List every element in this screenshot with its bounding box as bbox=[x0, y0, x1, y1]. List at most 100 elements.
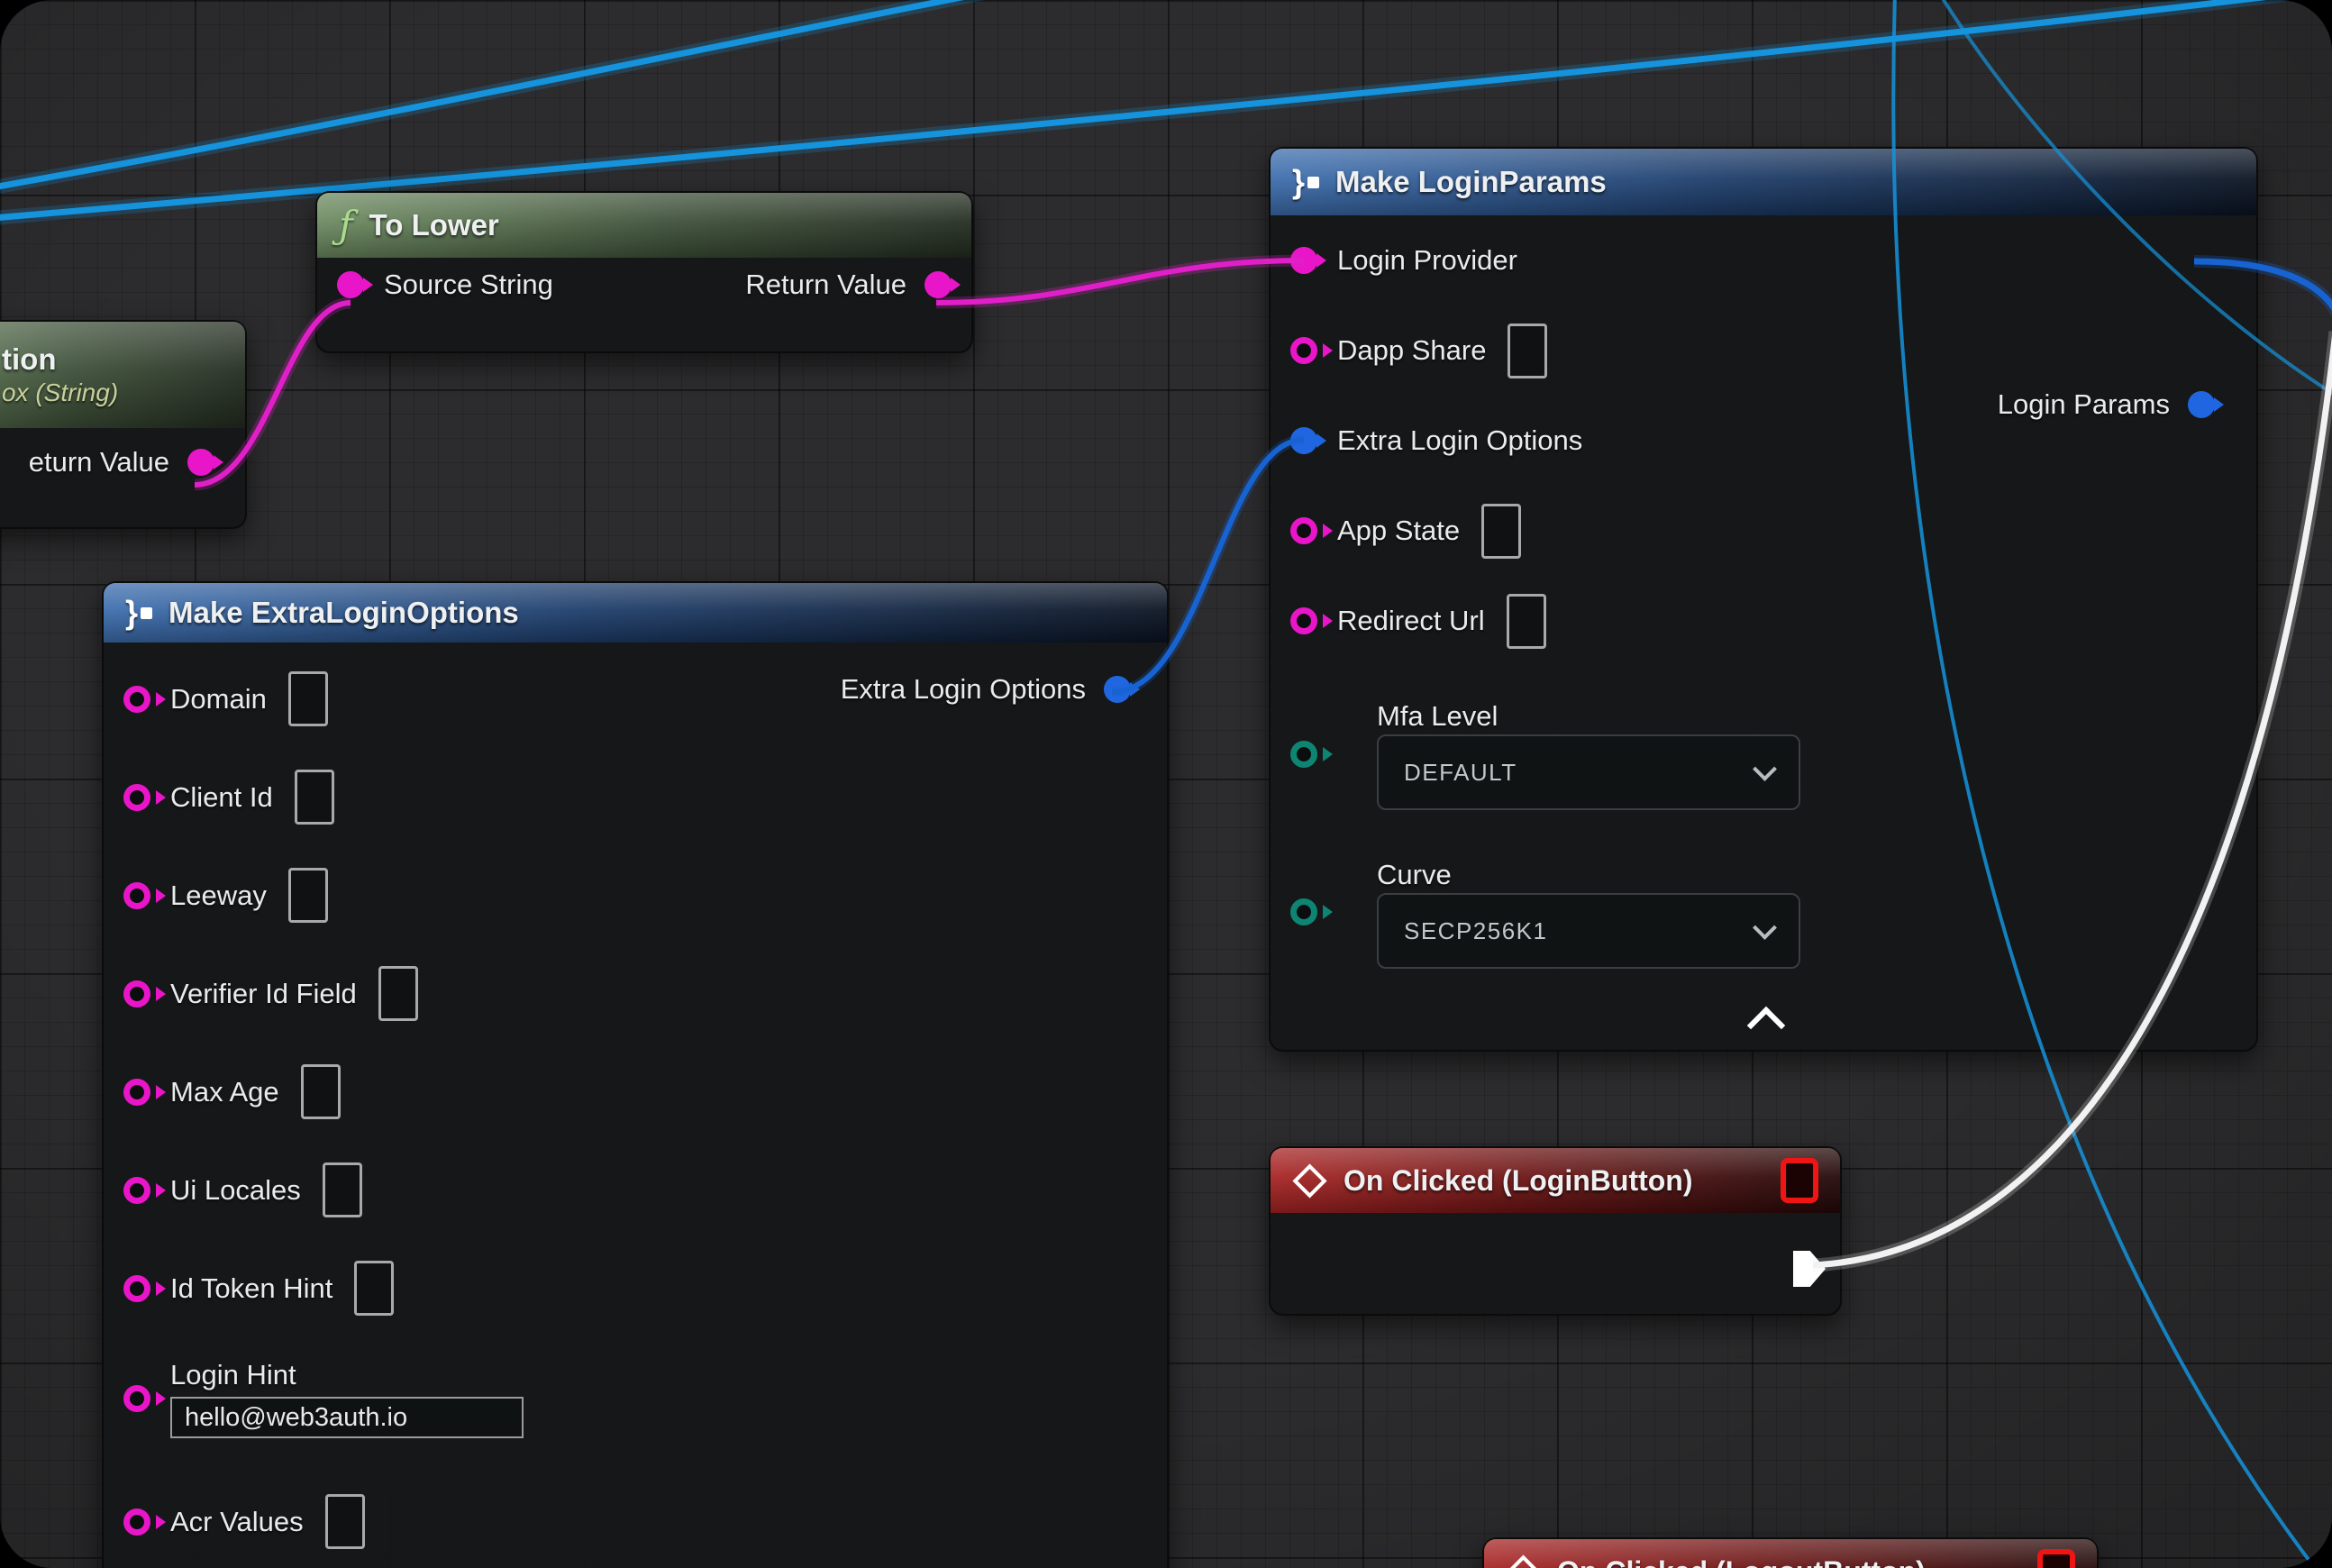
acr-values-pin[interactable] bbox=[123, 1509, 150, 1536]
curve-dropdown[interactable]: SECP256K1 bbox=[1377, 893, 1800, 969]
login-params-output-row: Login Params bbox=[1998, 388, 2215, 421]
to-lower-body: Source String Return Value bbox=[317, 269, 971, 301]
pin-row-max-age: Max Age bbox=[104, 1043, 1167, 1141]
login-hint-input[interactable] bbox=[170, 1397, 524, 1438]
node-to-lower[interactable]: ƒ To Lower Source String Return Value bbox=[315, 191, 973, 353]
node-partial-header[interactable]: tion ox (String) bbox=[0, 322, 245, 428]
login-hint-group: Login Hint bbox=[170, 1359, 524, 1438]
extra-login-options-input-pin[interactable] bbox=[1290, 427, 1317, 454]
extra-input-rows: Domain Client Id Leeway Verifier Id Fiel… bbox=[104, 650, 1167, 1568]
client-id-pin[interactable] bbox=[123, 784, 150, 811]
node-partial-title: tion bbox=[2, 342, 56, 377]
wire-blue-top-left[interactable] bbox=[0, 0, 984, 187]
on-clicked-logout-header[interactable]: On Clicked (LogoutButton) bbox=[1484, 1539, 2097, 1568]
struct-brace: } bbox=[125, 597, 138, 629]
pin-row-login-hint: Login Hint bbox=[104, 1337, 1167, 1460]
make-extraloginoptions-header[interactable]: } Make ExtraLoginOptions bbox=[104, 583, 1167, 643]
client-id-label: Client Id bbox=[170, 781, 273, 814]
node-partial-subtitle: ox (String) bbox=[2, 378, 118, 407]
max-age-checkbox[interactable] bbox=[301, 1064, 341, 1119]
source-string-row: Source String bbox=[337, 269, 553, 301]
acr-values-label: Acr Values bbox=[170, 1506, 304, 1538]
make-loginparams-title: Make LoginParams bbox=[1335, 165, 1607, 199]
pin-row-login-provider: Login Provider bbox=[1271, 215, 2256, 305]
leeway-pin[interactable] bbox=[123, 882, 150, 909]
ui-locales-checkbox[interactable] bbox=[323, 1162, 362, 1217]
struct-brace: } bbox=[1292, 166, 1305, 198]
wire-return-to-login-provider[interactable] bbox=[936, 260, 1304, 303]
partial-output-row: eturn Value bbox=[29, 446, 214, 479]
id-token-hint-label: Id Token Hint bbox=[170, 1272, 332, 1305]
extra-login-options-input-label: Extra Login Options bbox=[1337, 424, 1582, 457]
to-lower-header[interactable]: ƒ To Lower bbox=[317, 193, 971, 258]
partial-output-label: eturn Value bbox=[29, 446, 169, 479]
return-value-pin[interactable] bbox=[925, 271, 952, 298]
app-state-pin[interactable] bbox=[1290, 517, 1317, 544]
extra-login-options-output-label: Extra Login Options bbox=[841, 673, 1086, 706]
login-params-output-label: Login Params bbox=[1998, 388, 2170, 421]
curve-label: Curve bbox=[1377, 859, 1452, 891]
source-string-label: Source String bbox=[384, 269, 553, 301]
domain-label: Domain bbox=[170, 683, 267, 716]
login-params-output-pin[interactable] bbox=[2188, 391, 2215, 418]
login-provider-pin[interactable] bbox=[1290, 247, 1317, 274]
acr-values-checkbox[interactable] bbox=[325, 1494, 365, 1549]
make-extraloginoptions-title: Make ExtraLoginOptions bbox=[169, 596, 519, 630]
struct-square bbox=[1307, 177, 1319, 188]
make-struct-icon: } bbox=[125, 597, 152, 629]
return-value-row: Return Value bbox=[725, 269, 952, 301]
wire-return-to-login-provider[interactable] bbox=[936, 260, 1304, 303]
node-partial-function[interactable]: tion ox (String) eturn Value bbox=[0, 320, 247, 529]
source-string-pin[interactable] bbox=[337, 271, 364, 298]
pin-row-app-state: App State bbox=[1271, 486, 2256, 576]
function-f-icon: ƒ bbox=[339, 206, 353, 244]
domain-checkbox[interactable] bbox=[288, 671, 328, 726]
node-on-clicked-logoutbutton[interactable]: On Clicked (LogoutButton) bbox=[1482, 1537, 2099, 1568]
redirect-url-pin[interactable] bbox=[1290, 607, 1317, 634]
exec-output-pin[interactable] bbox=[1793, 1251, 1826, 1287]
mfa-level-dropdown[interactable]: DEFAULT bbox=[1377, 734, 1800, 810]
dapp-share-pin[interactable] bbox=[1290, 337, 1317, 364]
mfa-level-pin[interactable] bbox=[1290, 741, 1317, 768]
node-make-loginparams[interactable]: } Make LoginParams Login Params Login Pr… bbox=[1269, 147, 2258, 1052]
verifier-id-field-pin[interactable] bbox=[123, 980, 150, 1007]
make-loginparams-header[interactable]: } Make LoginParams bbox=[1271, 149, 2256, 215]
redirect-url-label: Redirect Url bbox=[1337, 605, 1485, 637]
login-hint-label: Login Hint bbox=[170, 1359, 524, 1391]
on-clicked-login-header[interactable]: On Clicked (LoginButton) bbox=[1271, 1148, 1840, 1213]
client-id-checkbox[interactable] bbox=[295, 770, 334, 825]
leeway-label: Leeway bbox=[170, 880, 267, 912]
wire-blue-top-left[interactable] bbox=[0, 0, 984, 187]
login-hint-pin[interactable] bbox=[123, 1385, 150, 1412]
blueprint-graph-canvas[interactable]: tion ox (String) eturn Value ƒ To Lower … bbox=[0, 0, 2332, 1568]
node-on-clicked-loginbutton[interactable]: On Clicked (LoginButton) bbox=[1269, 1146, 1842, 1316]
make-struct-icon: } bbox=[1292, 166, 1319, 198]
mfa-level-value: DEFAULT bbox=[1404, 759, 1517, 787]
return-value-label: Return Value bbox=[745, 269, 906, 301]
extra-login-options-output-pin[interactable] bbox=[1104, 676, 1131, 703]
struct-square bbox=[141, 607, 152, 619]
partial-return-value-pin[interactable] bbox=[187, 449, 214, 476]
dapp-share-checkbox[interactable] bbox=[1508, 324, 1547, 378]
redirect-url-checkbox[interactable] bbox=[1507, 594, 1546, 649]
event-diamond-icon bbox=[1506, 1554, 1540, 1568]
on-clicked-login-title: On Clicked (LoginButton) bbox=[1344, 1164, 1693, 1198]
ui-locales-label: Ui Locales bbox=[170, 1174, 301, 1207]
ui-locales-pin[interactable] bbox=[123, 1177, 150, 1204]
id-token-hint-checkbox[interactable] bbox=[354, 1261, 394, 1316]
collapse-node-chevron-up-icon[interactable] bbox=[1747, 1007, 1785, 1044]
max-age-label: Max Age bbox=[170, 1076, 279, 1108]
max-age-pin[interactable] bbox=[123, 1079, 150, 1106]
node-make-extraloginoptions[interactable]: } Make ExtraLoginOptions Extra Login Opt… bbox=[102, 581, 1169, 1568]
delegate-bind-icon bbox=[2037, 1549, 2075, 1568]
domain-pin[interactable] bbox=[123, 686, 150, 713]
curve-pin[interactable] bbox=[1290, 898, 1317, 925]
leeway-checkbox[interactable] bbox=[288, 868, 328, 923]
app-state-checkbox[interactable] bbox=[1481, 504, 1521, 559]
app-state-label: App State bbox=[1337, 515, 1460, 547]
curve-value: SECP256K1 bbox=[1404, 917, 1547, 945]
delegate-bind-icon bbox=[1781, 1158, 1818, 1203]
id-token-hint-pin[interactable] bbox=[123, 1275, 150, 1302]
verifier-id-field-checkbox[interactable] bbox=[378, 966, 418, 1021]
login-provider-label: Login Provider bbox=[1337, 244, 1517, 277]
